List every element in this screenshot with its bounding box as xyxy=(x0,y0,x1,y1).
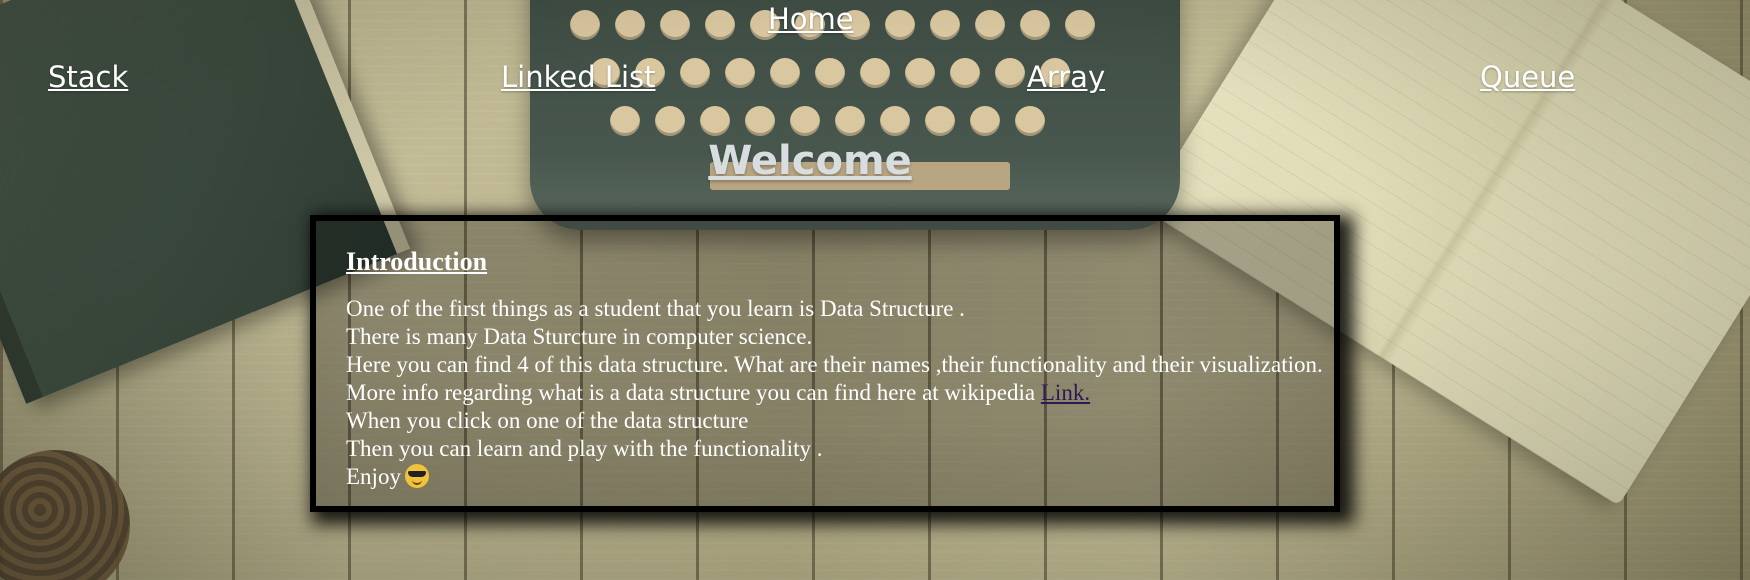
intro-line: More info regarding what is a data struc… xyxy=(346,379,1334,407)
nav-link-stack[interactable]: Stack xyxy=(48,60,128,94)
typewriter-key xyxy=(1015,106,1045,136)
typewriter-key xyxy=(815,58,845,88)
typewriter-key xyxy=(1065,10,1095,40)
typewriter-key xyxy=(925,106,955,136)
intro-line-text: Enjoy xyxy=(346,464,401,489)
introduction-title: Introduction xyxy=(346,247,488,276)
typewriter-key xyxy=(835,106,865,136)
nav-link-home[interactable]: Home xyxy=(768,2,854,36)
background-typewriter xyxy=(530,0,1180,230)
book-spine xyxy=(0,44,43,404)
typewriter-key xyxy=(975,10,1005,40)
typewriter-key xyxy=(860,58,890,88)
smiling-face-with-sunglasses-icon xyxy=(404,464,429,488)
typewriter-key xyxy=(880,106,910,136)
typewriter-key xyxy=(930,10,960,40)
typewriter-key xyxy=(615,10,645,40)
nav-link-queue[interactable]: Queue xyxy=(1480,60,1575,94)
typewriter-key xyxy=(790,106,820,136)
intro-line: One of the first things as a student tha… xyxy=(346,296,965,321)
typewriter-key xyxy=(705,10,735,40)
nav-link-array[interactable]: Array xyxy=(1027,60,1105,94)
intro-line: Then you can learn and play with the fun… xyxy=(346,436,823,461)
page-title: Welcome xyxy=(708,138,912,184)
typewriter-key xyxy=(770,58,800,88)
introduction-text: One of the first things as a student tha… xyxy=(346,295,1334,491)
typewriter-key xyxy=(660,10,690,40)
typewriter-key xyxy=(995,58,1025,88)
typewriter-key xyxy=(610,106,640,136)
typewriter-key xyxy=(725,58,755,88)
typewriter-key xyxy=(885,10,915,40)
wikipedia-link[interactable]: Link. xyxy=(1041,380,1090,405)
background-pinecone xyxy=(0,450,130,580)
typewriter-key xyxy=(970,106,1000,136)
nav-link-linked-list[interactable]: Linked List xyxy=(501,60,656,94)
typewriter-key xyxy=(700,106,730,136)
typewriter-key xyxy=(655,106,685,136)
intro-line-text: More info regarding what is a data struc… xyxy=(346,380,1041,405)
introduction-panel: Introduction One of the first things as … xyxy=(310,215,1340,512)
smile-shape xyxy=(411,478,422,485)
typewriter-key xyxy=(745,106,775,136)
typewriter-key xyxy=(570,10,600,40)
intro-line: Here you can find 4 of this data structu… xyxy=(346,352,1323,377)
intro-line: There is many Data Sturcture in computer… xyxy=(346,324,813,349)
intro-line: Enjoy xyxy=(346,463,1334,491)
sunglasses-shape xyxy=(407,471,426,477)
typewriter-key xyxy=(680,58,710,88)
typewriter-key xyxy=(905,58,935,88)
intro-line: When you click on one of the data struct… xyxy=(346,408,749,433)
typewriter-key xyxy=(1020,10,1050,40)
typewriter-key xyxy=(950,58,980,88)
